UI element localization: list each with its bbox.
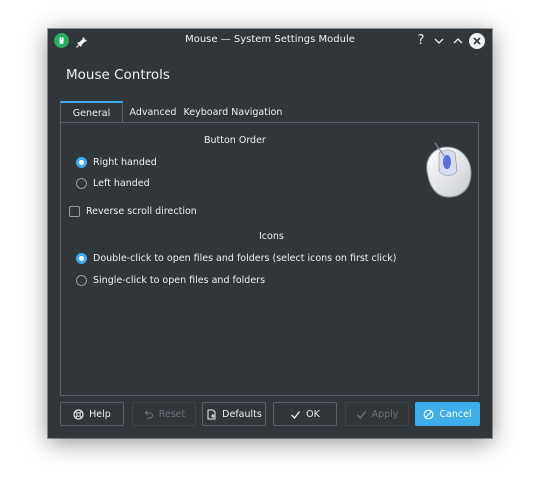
help-label: Help bbox=[89, 408, 111, 420]
settings-window: Mouse — System Settings Module ? Mouse C… bbox=[48, 29, 492, 438]
right-handed-radio[interactable]: Right handed bbox=[76, 157, 157, 168]
apply-button[interactable]: Apply bbox=[345, 402, 409, 426]
tab-advanced[interactable]: Advanced bbox=[123, 101, 183, 123]
apply-label: Apply bbox=[371, 408, 399, 420]
right-handed-label: Right handed bbox=[93, 157, 157, 168]
single-click-label: Single-click to open files and folders bbox=[93, 275, 266, 286]
mouse-icon bbox=[421, 141, 477, 201]
check-icon bbox=[290, 409, 301, 420]
title-bar: Mouse — System Settings Module ? bbox=[48, 29, 492, 53]
ok-label: OK bbox=[306, 408, 320, 420]
undo-icon bbox=[143, 409, 154, 420]
single-click-radio[interactable]: Single-click to open files and folders bbox=[76, 275, 265, 286]
reset-button[interactable]: Reset bbox=[132, 402, 196, 426]
maximize-button[interactable] bbox=[450, 33, 466, 49]
tab-keyboard-navigation[interactable]: Keyboard Navigation bbox=[183, 101, 283, 123]
cancel-button[interactable]: Cancel bbox=[415, 402, 480, 426]
left-handed-radio[interactable]: Left handed bbox=[76, 178, 150, 189]
check-icon bbox=[356, 409, 367, 420]
page-title: Mouse Controls bbox=[66, 67, 170, 83]
cancel-icon bbox=[423, 409, 434, 420]
close-button[interactable] bbox=[469, 33, 485, 49]
document-defaults-icon bbox=[206, 409, 217, 420]
cancel-label: Cancel bbox=[439, 408, 472, 420]
ok-button[interactable]: OK bbox=[273, 402, 337, 426]
icons-heading: Icons bbox=[259, 231, 284, 242]
double-click-radio[interactable]: Double-click to open files and folders (… bbox=[76, 253, 397, 264]
checkbox-indicator[interactable] bbox=[69, 206, 80, 217]
radio-indicator[interactable] bbox=[76, 178, 87, 189]
radio-indicator[interactable] bbox=[76, 253, 87, 264]
reverse-scroll-checkbox[interactable]: Reverse scroll direction bbox=[69, 206, 197, 217]
radio-indicator[interactable] bbox=[76, 157, 87, 168]
minimize-button[interactable] bbox=[431, 33, 447, 49]
button-order-heading: Button Order bbox=[204, 135, 266, 146]
reset-label: Reset bbox=[158, 408, 186, 420]
defaults-button[interactable]: Defaults bbox=[202, 402, 266, 426]
help-icon bbox=[73, 408, 84, 420]
radio-indicator[interactable] bbox=[76, 275, 87, 286]
tab-general[interactable]: General bbox=[60, 101, 123, 123]
general-panel: Button Order Right handed Left handed Re… bbox=[60, 122, 479, 396]
help-button[interactable]: Help bbox=[60, 402, 124, 426]
left-handed-label: Left handed bbox=[93, 178, 150, 189]
reverse-scroll-label: Reverse scroll direction bbox=[86, 206, 197, 217]
double-click-label: Double-click to open files and folders (… bbox=[93, 253, 397, 264]
defaults-label: Defaults bbox=[222, 408, 262, 420]
context-help-button[interactable]: ? bbox=[413, 33, 429, 49]
dialog-button-bar: Help Reset Defaults OK Apply Cancel bbox=[60, 402, 480, 428]
